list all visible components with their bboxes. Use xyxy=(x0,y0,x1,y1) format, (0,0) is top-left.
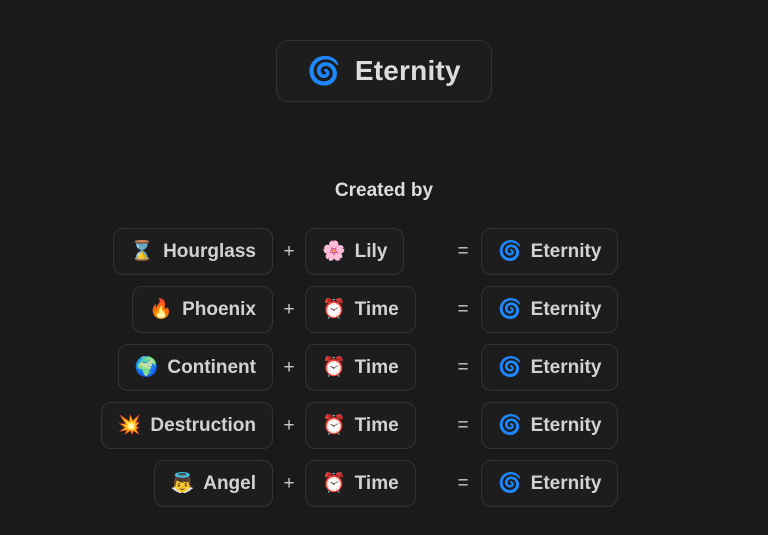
ingredient-label: Time xyxy=(354,298,399,320)
recipe-ingredient-b-cell: ⏰ Time xyxy=(305,344,445,391)
result-label: Eternity xyxy=(530,414,602,436)
collision-icon: 💥 xyxy=(117,415,142,436)
recipe-ingredient-a-cell: ⌛ Hourglass xyxy=(0,228,273,275)
recipe-ingredient-a-cell: 🔥 Phoenix xyxy=(0,286,273,333)
ingredient-label: Angel xyxy=(203,472,256,494)
ingredient-chip[interactable]: 🌸 Lily xyxy=(305,228,405,275)
recipe-result-cell: 🌀 Eternity xyxy=(481,286,768,333)
alarm-clock-icon: ⏰ xyxy=(322,357,346,378)
baby-angel-icon: 👼 xyxy=(170,473,195,494)
alarm-clock-icon: ⏰ xyxy=(322,415,346,436)
table-row: 💥 Destruction + ⏰ Time = 🌀 Eternity xyxy=(0,402,768,449)
ingredient-chip[interactable]: 👼 Angel xyxy=(153,460,273,507)
element-detail-page: 🌀 Eternity Created by ⌛ Hourglass + 🌸 Li… xyxy=(0,0,768,535)
ingredient-chip[interactable]: ⏰ Time xyxy=(305,344,416,391)
recipe-ingredient-b-cell: ⏰ Time xyxy=(305,460,445,507)
result-chip[interactable]: 🌀 Eternity xyxy=(481,402,619,449)
recipe-result-cell: 🌀 Eternity xyxy=(481,228,768,275)
cyclone-icon: 🌀 xyxy=(498,473,522,494)
page-title-container: 🌀 Eternity xyxy=(0,0,768,102)
plus-operator: + xyxy=(283,299,295,320)
ingredient-chip[interactable]: ⏰ Time xyxy=(305,402,416,449)
element-title-chip[interactable]: 🌀 Eternity xyxy=(276,40,492,102)
plus-operator-cell: + xyxy=(273,358,305,377)
ingredient-label: Time xyxy=(354,414,399,436)
recipe-ingredient-a-cell: 💥 Destruction xyxy=(0,402,273,449)
plus-operator-cell: + xyxy=(273,474,305,493)
ingredient-label: Time xyxy=(354,356,399,378)
ingredient-label: Continent xyxy=(167,356,256,378)
equals-operator: = xyxy=(457,299,469,320)
recipe-result-cell: 🌀 Eternity xyxy=(481,460,768,507)
page-title: Eternity xyxy=(354,55,461,86)
table-row: ⌛ Hourglass + 🌸 Lily = 🌀 Eternity xyxy=(0,228,768,275)
ingredient-chip[interactable]: ⌛ Hourglass xyxy=(113,228,273,275)
created-by-heading: Created by xyxy=(334,180,434,201)
cherry-blossom-icon: 🌸 xyxy=(322,241,346,262)
plus-operator-cell: + xyxy=(273,300,305,319)
ingredient-label: Lily xyxy=(354,240,388,262)
fire-icon: 🔥 xyxy=(149,299,174,320)
ingredient-chip[interactable]: 🌍 Continent xyxy=(117,344,273,391)
equals-operator: = xyxy=(457,415,469,436)
cyclone-icon: 🌀 xyxy=(498,357,522,378)
ingredient-chip[interactable]: ⏰ Time xyxy=(305,460,416,507)
recipe-result-cell: 🌀 Eternity xyxy=(481,344,768,391)
result-label: Eternity xyxy=(530,298,602,320)
ingredient-chip[interactable]: ⏰ Time xyxy=(305,286,416,333)
plus-operator: + xyxy=(283,415,295,436)
plus-operator-cell: + xyxy=(273,416,305,435)
recipe-ingredient-a-cell: 🌍 Continent xyxy=(0,344,273,391)
earth-globe-icon: 🌍 xyxy=(134,357,159,378)
table-row: 🔥 Phoenix + ⏰ Time = 🌀 Eternity xyxy=(0,286,768,333)
plus-operator: + xyxy=(283,473,295,494)
recipe-ingredient-b-cell: ⏰ Time xyxy=(305,286,445,333)
recipe-ingredient-b-cell: 🌸 Lily xyxy=(305,228,445,275)
result-chip[interactable]: 🌀 Eternity xyxy=(481,286,619,333)
equals-operator-cell: = xyxy=(445,242,481,261)
equals-operator-cell: = xyxy=(445,474,481,493)
recipe-ingredient-b-cell: ⏰ Time xyxy=(305,402,445,449)
alarm-clock-icon: ⏰ xyxy=(322,299,346,320)
ingredient-label: Hourglass xyxy=(163,240,256,262)
equals-operator: = xyxy=(457,473,469,494)
ingredient-label: Destruction xyxy=(150,414,256,436)
result-chip[interactable]: 🌀 Eternity xyxy=(481,228,619,275)
ingredient-label: Phoenix xyxy=(182,298,256,320)
table-row: 👼 Angel + ⏰ Time = 🌀 Eternity xyxy=(0,460,768,507)
ingredient-chip[interactable]: 🔥 Phoenix xyxy=(132,286,273,333)
hourglass-icon: ⌛ xyxy=(130,241,155,262)
recipe-result-cell: 🌀 Eternity xyxy=(481,402,768,449)
cyclone-icon: 🌀 xyxy=(498,415,522,436)
plus-operator-cell: + xyxy=(273,242,305,261)
recipe-list: ⌛ Hourglass + 🌸 Lily = 🌀 Eternity 🔥 Phoe… xyxy=(0,228,768,507)
alarm-clock-icon: ⏰ xyxy=(322,473,346,494)
result-label: Eternity xyxy=(530,472,602,494)
table-row: 🌍 Continent + ⏰ Time = 🌀 Eternity xyxy=(0,344,768,391)
recipe-ingredient-a-cell: 👼 Angel xyxy=(0,460,273,507)
result-label: Eternity xyxy=(530,356,602,378)
result-chip[interactable]: 🌀 Eternity xyxy=(481,460,619,507)
equals-operator-cell: = xyxy=(445,358,481,377)
cyclone-icon: 🌀 xyxy=(307,55,341,86)
equals-operator: = xyxy=(457,241,469,262)
result-chip[interactable]: 🌀 Eternity xyxy=(481,344,619,391)
plus-operator: + xyxy=(283,241,295,262)
ingredient-label: Time xyxy=(354,472,399,494)
equals-operator-cell: = xyxy=(445,416,481,435)
ingredient-chip[interactable]: 💥 Destruction xyxy=(100,402,273,449)
result-label: Eternity xyxy=(530,240,602,262)
cyclone-icon: 🌀 xyxy=(498,241,522,262)
equals-operator-cell: = xyxy=(445,300,481,319)
cyclone-icon: 🌀 xyxy=(498,299,522,320)
plus-operator: + xyxy=(283,357,295,378)
equals-operator: = xyxy=(457,357,469,378)
